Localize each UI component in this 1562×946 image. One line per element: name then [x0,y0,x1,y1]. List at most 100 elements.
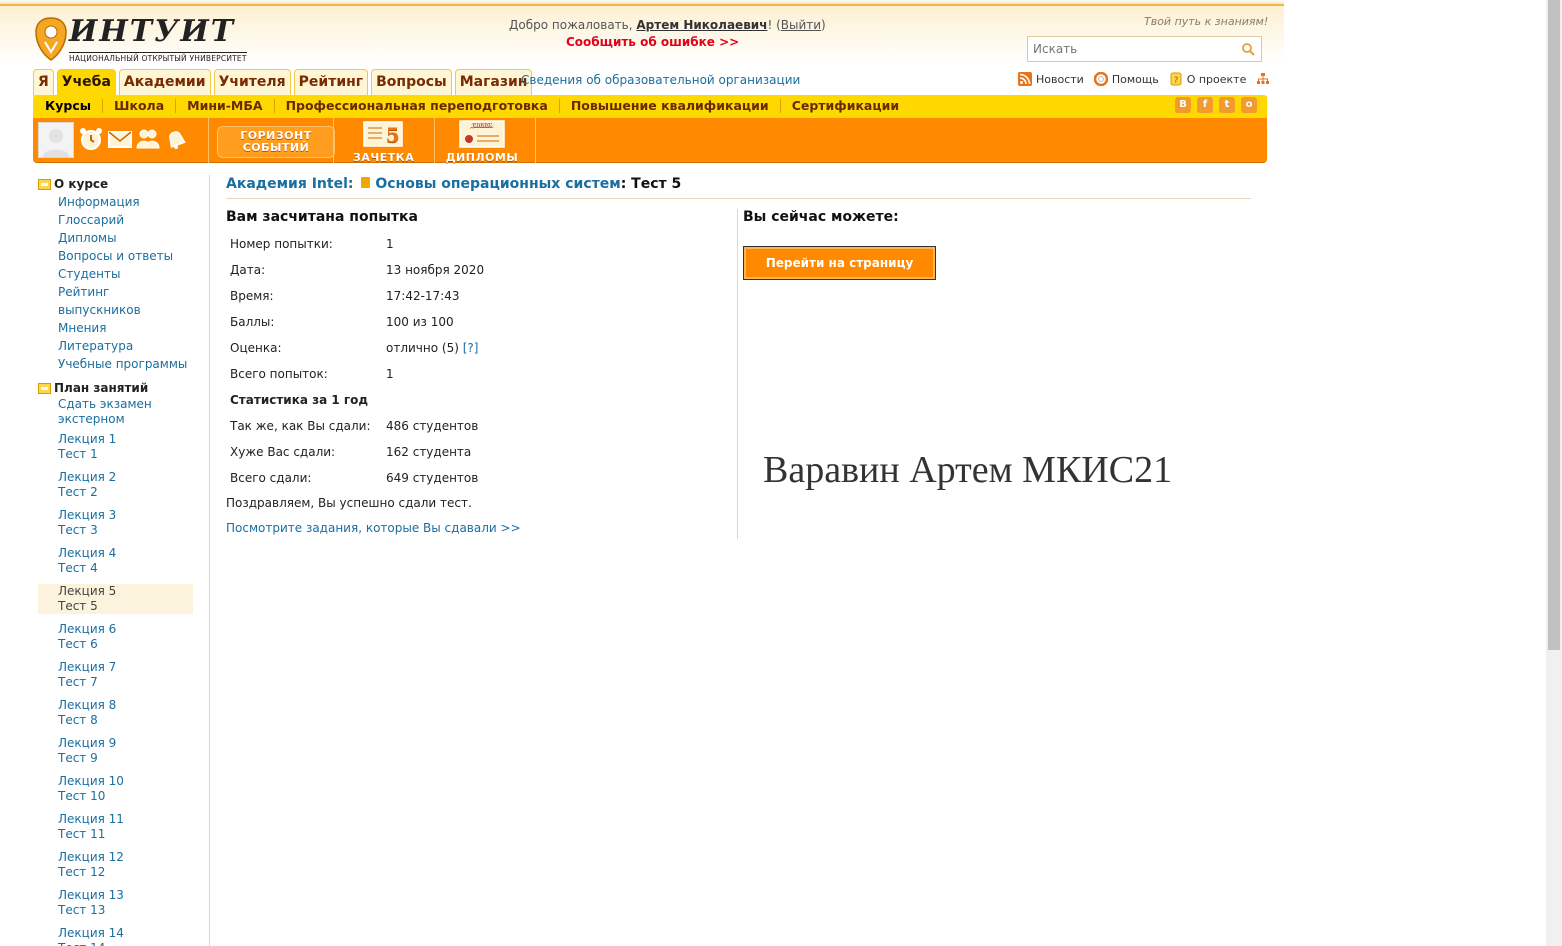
test-link[interactable]: Тест 2 [58,485,193,500]
about-course-heading[interactable]: О курсе [38,175,193,193]
test-link[interactable]: Тест 5 [58,599,193,614]
alarm-clock-icon[interactable] [78,126,104,152]
logout-link[interactable]: Выйти [781,18,821,32]
go-to-course-button[interactable]: Перейти на страницу курса [743,246,936,302]
scrollbar[interactable] [1546,0,1562,946]
mail-icon[interactable] [107,126,133,152]
sidebar-link-literature[interactable]: Литература [38,337,193,355]
lecture-link[interactable]: Лекция 8 [58,698,193,713]
subnav-school[interactable]: Школа [103,99,177,113]
test-link[interactable]: Тест 1 [58,447,193,462]
breadcrumb-academy[interactable]: Академия Intel [226,176,348,192]
search-input[interactable] [1028,37,1233,61]
sidebar-link-programs[interactable]: Учебные программы [38,355,193,373]
test-link[interactable]: Тест 7 [58,675,193,690]
lecture-link[interactable]: Лекция 9 [58,736,193,751]
tab-teachers[interactable]: Учителя [213,69,291,96]
grade-help-link[interactable]: [?] [463,341,479,355]
subnav-courses[interactable]: Курсы [33,99,104,113]
diploma-badge-text: ДИПЛОМ [470,123,494,128]
notifications-bell-icon[interactable] [163,126,189,152]
sidebar-link-graduate-rating[interactable]: Рейтинг выпускников [38,283,193,319]
horizon-events-button[interactable]: ГОРИЗОНТ СОБЫТИЙ [217,126,335,158]
svg-text:?: ? [1173,76,1178,86]
breadcrumb-current: : Тест 5 [620,176,682,192]
view-tasks-link[interactable]: Посмотрите задания, которые Вы сдавали >… [226,521,521,535]
sidebar-link-opinions[interactable]: Мнения [38,319,193,337]
column-divider [737,209,738,539]
lecture-link[interactable]: Лекция 12 [58,850,193,865]
lecture-link[interactable]: Лекция 2 [58,470,193,485]
about-link[interactable]: ? О проекте [1169,72,1246,86]
subnav-mini-mba[interactable]: Мини-МБА [176,99,275,113]
twitter-icon[interactable]: t [1219,97,1235,113]
odnoklassniki-icon[interactable]: о [1241,97,1257,113]
sidebar-link-diplomas[interactable]: Дипломы [38,229,193,247]
test-link[interactable]: Тест 4 [58,561,193,576]
tab-me[interactable]: Я [33,69,54,96]
main-tabs: Я Учеба Академии Учителя Рейтинг Вопросы… [33,69,533,96]
lecture-link[interactable]: Лекция 6 [58,622,193,637]
facebook-icon[interactable]: f [1197,97,1213,113]
diplomas-button[interactable]: ДИПЛОМ ДИПЛОМЫ [444,120,520,164]
sidebar-link-glossary[interactable]: Глоссарий [38,211,193,229]
lecture-link[interactable]: Лекция 5 [58,584,193,599]
extern-exam-link[interactable]: Сдать экзамен экстерном [38,397,193,427]
lecture-link[interactable]: Лекция 4 [58,546,193,561]
org-info-link[interactable]: Сведения об образовательной организации [521,73,800,87]
test-link[interactable]: Тест 8 [58,713,193,728]
sidebar-link-info[interactable]: Информация [38,193,193,211]
tab-questions[interactable]: Вопросы [371,69,452,96]
lesson-item: Лекция 7 Тест 7 [38,660,193,690]
subnav-certifications[interactable]: Сертификации [781,99,910,113]
lecture-link[interactable]: Лекция 13 [58,888,193,903]
result-row-label: Так же, как Вы сдали: [230,419,371,433]
subnav-qualification[interactable]: Повышение квалификации [560,99,781,113]
avatar[interactable] [38,122,74,158]
help-link[interactable]: Помощь [1093,72,1159,86]
lecture-link[interactable]: Лекция 3 [58,508,193,523]
welcome-prefix: Добро пожаловать, [509,18,637,32]
test-link[interactable]: Тест 13 [58,903,193,918]
lecture-link[interactable]: Лекция 7 [58,660,193,675]
breadcrumb-course[interactable]: Основы операционных систем [375,176,620,192]
sidebar-link-faq[interactable]: Вопросы и ответы [38,247,193,265]
result-row-value: 649 студентов [386,471,479,485]
lecture-link[interactable]: Лекция 10 [58,774,193,789]
result-row-value-wrap: 17:42-17:43 [386,289,460,303]
sidebar-link-students[interactable]: Студенты [38,265,193,283]
tab-academies[interactable]: Академии [118,69,211,96]
test-link[interactable]: Тест 6 [58,637,193,652]
test-link[interactable]: Тест 12 [58,865,193,880]
lesson-plan-heading[interactable]: План занятий [38,379,193,397]
test-link[interactable]: Тест 14 [58,941,193,946]
toolbar-separator [208,118,209,163]
lifebuoy-icon [1093,72,1108,86]
test-link[interactable]: Тест 11 [58,827,193,842]
search-box [1027,36,1262,62]
lecture-link[interactable]: Лекция 11 [58,812,193,827]
subnav-retraining[interactable]: Профессиональная переподготовка [275,99,560,113]
news-link[interactable]: Новости [1018,72,1084,86]
vk-icon[interactable]: В [1175,97,1191,113]
report-error-link[interactable]: Сообщить об ошибке >> [566,35,739,49]
test-link[interactable]: Тест 3 [58,523,193,538]
tab-rating[interactable]: Рейтинг [293,69,369,96]
search-icon[interactable] [1241,42,1255,56]
result-row-value: 1 [386,237,394,251]
friends-icon[interactable] [135,126,161,152]
result-row-value-wrap: отлично (5) [?] [386,341,478,355]
scrollbar-thumb[interactable] [1548,0,1560,650]
user-name-link[interactable]: Артем Николаевич [636,18,767,32]
test-link[interactable]: Тест 10 [58,789,193,804]
result-row-label: Оценка: [230,341,282,355]
tab-study[interactable]: Учеба [56,69,116,96]
result-row-label: Хуже Вас сдали: [230,445,336,459]
gradebook-button[interactable]: 5 ЗАЧЕТКА [353,120,414,164]
logo[interactable]: ИНТУИТ НАЦИОНАЛЬНЫЙ ОТКРЫТЫЙ УНИВЕРСИТЕТ [33,14,253,64]
sitemap-link[interactable] [1256,72,1270,86]
lecture-link[interactable]: Лекция 1 [58,432,193,447]
lecture-link[interactable]: Лекция 14 [58,926,193,941]
result-row: Всего сдали: 649 студентов [226,465,726,491]
test-link[interactable]: Тест 9 [58,751,193,766]
